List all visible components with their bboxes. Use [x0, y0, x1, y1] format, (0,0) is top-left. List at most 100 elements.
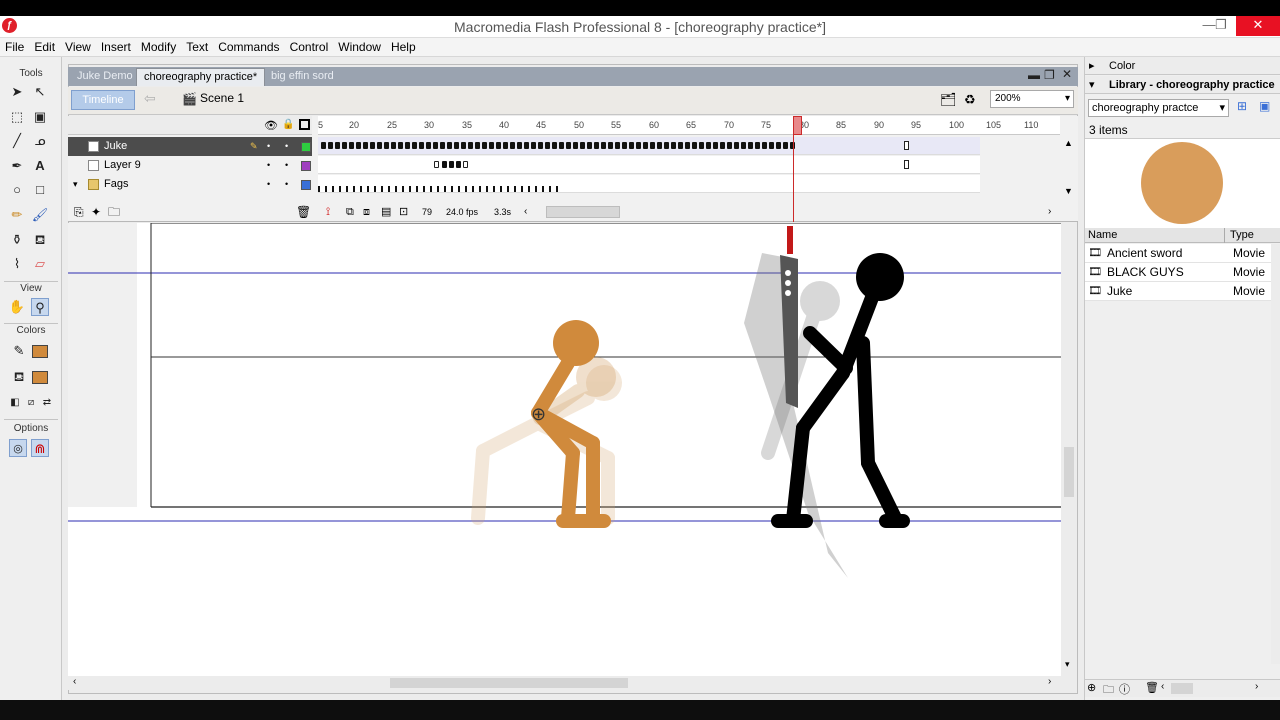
new-library-panel-icon[interactable]: ▣ [1259, 99, 1270, 113]
menu-commands[interactable]: Commands [213, 38, 284, 56]
frames-row-juke[interactable] [318, 137, 980, 155]
layer-row-layer9[interactable]: Layer 9 • • [68, 156, 312, 175]
vscroll-thumb[interactable] [1064, 447, 1074, 497]
layer-row-fags[interactable]: ▾ Fags • • [68, 175, 312, 194]
rectangle-tool-icon[interactable]: □ [31, 181, 49, 199]
library-item-black-guys[interactable]: 🎞 BLACK GUYS Movie [1085, 263, 1271, 282]
restore-button[interactable]: ❐ [1206, 16, 1236, 36]
oval-tool-icon[interactable]: ○ [8, 181, 26, 199]
library-hscroll-thumb[interactable] [1171, 683, 1193, 694]
lasso-tool-icon[interactable]: ᓄ [31, 132, 49, 150]
timeline-scroll-down-icon[interactable]: ▼ [1064, 186, 1073, 196]
menu-file[interactable]: File [0, 38, 29, 56]
selection-tool-icon[interactable]: ➤ [8, 83, 26, 101]
library-item-juke[interactable]: 🎞 Juke Movie [1085, 282, 1271, 301]
edit-scene-icon[interactable]: 🗂 [940, 92, 957, 108]
tab-big-effin-sord[interactable]: big effin sord [264, 68, 341, 86]
tab-choreography-practice[interactable]: choreography practice* [136, 68, 266, 86]
edit-multiple-frames-icon[interactable]: ▤ [381, 202, 391, 222]
free-transform-tool-icon[interactable]: ⬚ [8, 108, 26, 126]
hand-tool-icon[interactable]: ✋ [8, 298, 26, 316]
scroll-right-icon[interactable]: › [1048, 676, 1051, 687]
new-symbol-icon[interactable]: ⊕ [1087, 681, 1096, 694]
visibility-dot[interactable]: • [267, 156, 270, 175]
swap-colors-icon[interactable]: ⇄ [38, 394, 56, 412]
frame-ruler[interactable]: 5 20 25 30 35 40 45 50 55 60 65 70 75 80… [318, 116, 1060, 135]
show-hide-eye-icon[interactable]: 👁 [264, 119, 278, 132]
lock-dot[interactable]: • [285, 175, 288, 194]
timeline-toggle-button[interactable]: Timeline [71, 90, 135, 110]
modify-onion-markers-icon[interactable]: ⊡ [399, 202, 408, 222]
library-item-ancient-sword[interactable]: 🎞 Ancient sword Movie [1085, 244, 1271, 263]
menu-help[interactable]: Help [386, 38, 421, 56]
eraser-tool-icon[interactable]: ▱ [31, 255, 49, 273]
stroke-color-swatch[interactable] [32, 345, 48, 358]
pen-tool-icon[interactable]: ✒ [8, 157, 26, 175]
delete-icon[interactable]: 🗑 [1145, 681, 1159, 694]
menu-insert[interactable]: Insert [96, 38, 136, 56]
fill-color-swatch[interactable] [32, 371, 48, 384]
tab-juke-demo[interactable]: Juke Demo [70, 68, 140, 86]
insert-layer-icon[interactable]: ⎘ [74, 202, 84, 222]
frames-row-fags[interactable] [318, 175, 980, 193]
menu-view[interactable]: View [60, 38, 96, 56]
fill-transform-tool-icon[interactable]: ▣ [31, 108, 49, 126]
zoom-dropdown[interactable]: 200% ▾ [990, 90, 1074, 108]
stroke-color-pencil-icon[interactable]: ✎ [10, 342, 28, 360]
library-vscroll[interactable] [1271, 244, 1280, 664]
column-type[interactable]: Type [1230, 229, 1254, 241]
folder-expand-icon[interactable]: ▾ [73, 175, 78, 194]
layer-color-swatch[interactable] [301, 142, 311, 152]
layer-color-swatch[interactable] [301, 180, 311, 190]
scroll-left-icon[interactable]: ‹ [73, 676, 76, 687]
playhead[interactable] [793, 116, 802, 135]
line-tool-icon[interactable]: ╱ [8, 132, 26, 150]
doc-close-icon[interactable]: ✕ [1062, 67, 1072, 81]
library-document-select[interactable]: choreography practce ▾ [1088, 99, 1229, 117]
edit-symbol-icon[interactable]: ♻ [964, 92, 976, 108]
back-arrow-icon[interactable]: ⇦ [144, 90, 156, 107]
stage-horizontal-scrollbar[interactable]: ‹ › [68, 676, 1061, 690]
close-button[interactable]: ✕ [1236, 16, 1280, 36]
fill-color-bucket-icon[interactable]: ⛾ [10, 368, 28, 386]
pencil-tool-icon[interactable]: ✏ [8, 206, 26, 224]
scroll-right-icon[interactable]: › [1048, 202, 1051, 222]
doc-restore-icon[interactable]: ❐ [1044, 68, 1055, 82]
frame-rate[interactable]: 24.0 fps [446, 202, 478, 222]
menu-modify[interactable]: Modify [136, 38, 181, 56]
visibility-dot[interactable]: • [267, 137, 270, 156]
frames-row-layer9[interactable] [318, 156, 980, 174]
menu-window[interactable]: Window [333, 38, 386, 56]
object-drawing-icon[interactable]: ◎ [9, 439, 27, 457]
menu-edit[interactable]: Edit [29, 38, 60, 56]
timeline-hscroll-thumb[interactable] [546, 206, 620, 218]
text-tool-icon[interactable]: A [31, 157, 49, 175]
column-divider[interactable] [1224, 228, 1225, 243]
new-folder-icon[interactable]: 🗀 [1103, 681, 1114, 700]
onion-outline-icon[interactable]: ⧈ [363, 202, 370, 222]
layer-color-swatch[interactable] [301, 161, 311, 171]
lock-dot[interactable]: • [285, 137, 288, 156]
subselection-tool-icon[interactable]: ↖ [31, 83, 49, 101]
stage[interactable]: ⊕ [68, 223, 1061, 676]
column-name[interactable]: Name [1088, 229, 1117, 241]
menu-control[interactable]: Control [285, 38, 334, 56]
delete-layer-icon[interactable]: 🗑 [296, 202, 311, 222]
hscroll-thumb[interactable] [390, 678, 628, 688]
stage-vertical-scrollbar[interactable]: ▾ [1062, 223, 1076, 676]
eyedropper-tool-icon[interactable]: ⌇ [8, 255, 26, 273]
center-frame-icon[interactable]: ⟟ [326, 202, 330, 222]
zoom-tool-icon[interactable]: ⚲ [31, 298, 49, 316]
visibility-dot[interactable]: • [267, 175, 270, 194]
add-motion-guide-icon[interactable]: ✦ [91, 202, 101, 222]
scroll-left-icon[interactable]: ‹ [524, 202, 527, 222]
timeline-scroll-up-icon[interactable]: ▲ [1064, 138, 1073, 148]
ink-bottle-tool-icon[interactable]: ⚱ [8, 231, 26, 249]
brush-tool-icon[interactable]: 🖌 [31, 206, 49, 224]
menu-text[interactable]: Text [181, 38, 213, 56]
pin-library-icon[interactable]: ⊞ [1237, 99, 1247, 113]
paint-bucket-tool-icon[interactable]: ⛾ [31, 231, 49, 249]
scroll-down-icon[interactable]: ▾ [1065, 659, 1070, 670]
scroll-left-icon[interactable]: ‹ [1161, 681, 1164, 692]
doc-minimize-icon[interactable]: ▬ [1028, 68, 1040, 82]
